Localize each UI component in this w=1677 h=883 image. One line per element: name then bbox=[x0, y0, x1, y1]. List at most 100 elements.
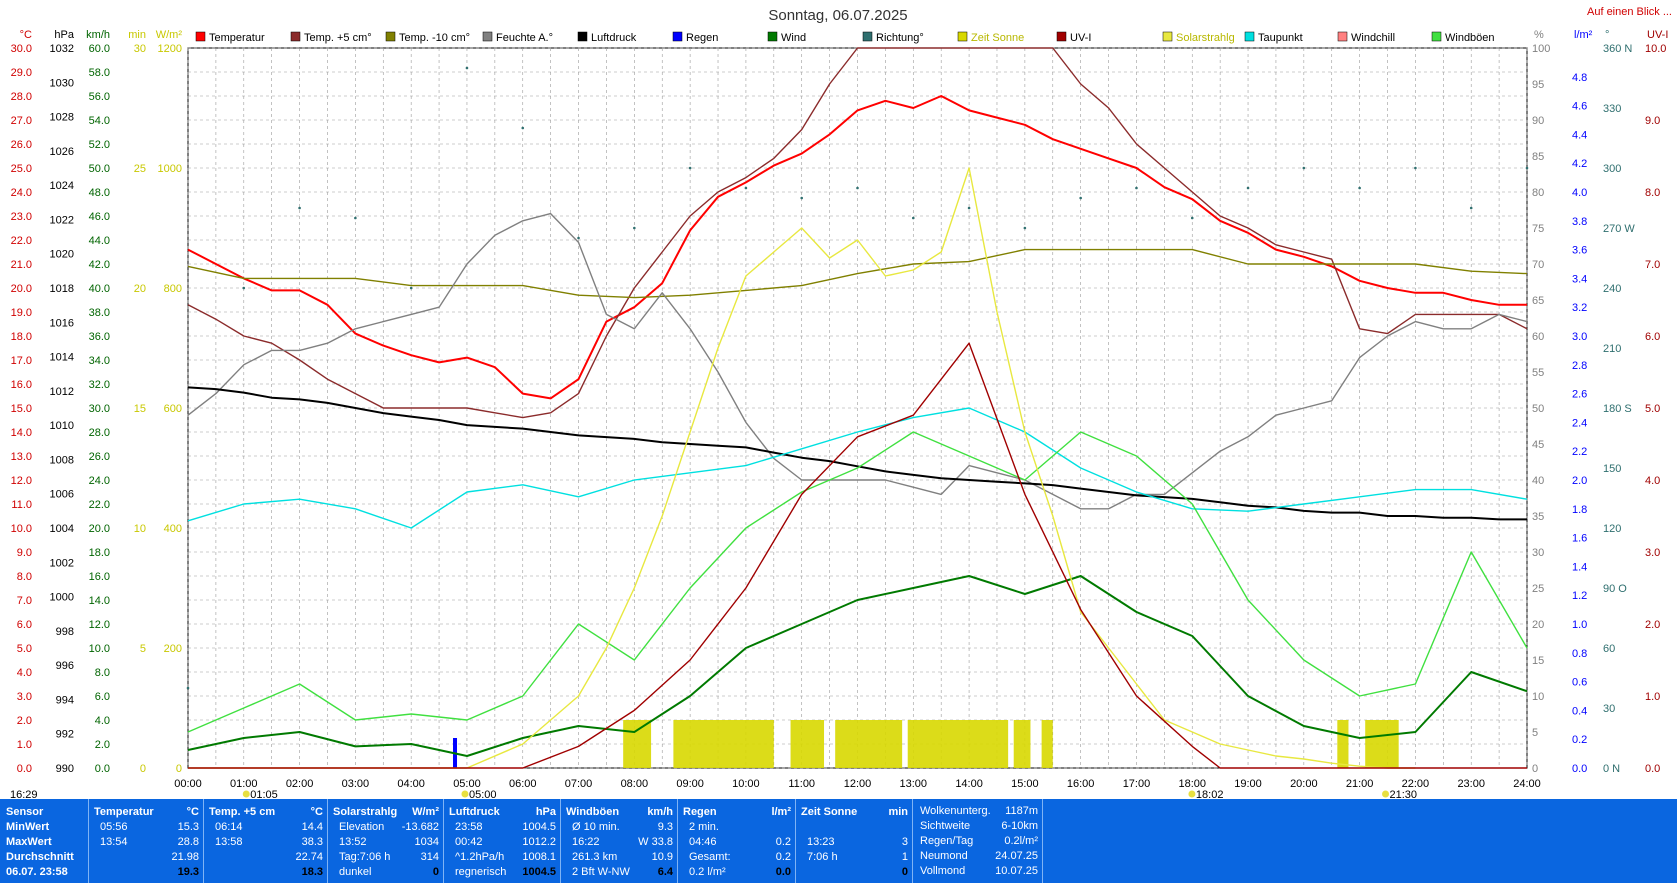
stats-cell: Ø 10 min. bbox=[572, 821, 620, 833]
stats-cell: 2 Bft W-NW bbox=[572, 866, 630, 878]
series-point-direction bbox=[744, 186, 748, 190]
axis-tick-left: 16.0 bbox=[11, 379, 32, 391]
stats-cell: Wolkenunterg. bbox=[920, 805, 991, 817]
axis-tick-left: 38.0 bbox=[89, 307, 110, 319]
axis-tick-left: 0 bbox=[176, 763, 182, 775]
axis-tick-right: 5 bbox=[1532, 727, 1538, 739]
axis-tick-left: 14.0 bbox=[89, 595, 110, 607]
stats-cell: 6.4 bbox=[657, 866, 673, 878]
stats-cell: W 33.8 bbox=[638, 836, 673, 848]
axis-tick-left: 23.0 bbox=[11, 211, 32, 223]
axis-tick-left: 26.0 bbox=[11, 139, 32, 151]
axis-tick-left: 800 bbox=[164, 283, 182, 295]
axis-tick-left: 994 bbox=[56, 694, 74, 706]
stats-cell: 1012.2 bbox=[522, 836, 556, 848]
axis-tick-left: 6.0 bbox=[95, 691, 110, 703]
axis-tick-x: 08:00 bbox=[621, 778, 649, 790]
axis-tick-left: 10.0 bbox=[11, 523, 32, 535]
axis-tick-right: 100 bbox=[1532, 43, 1550, 55]
series-point-direction bbox=[1525, 166, 1529, 170]
axis-tick-right: 0.6 bbox=[1572, 677, 1587, 689]
axis-tick-left: 4.0 bbox=[17, 667, 32, 679]
stats-cell: Temp. +5 cm bbox=[209, 806, 276, 818]
stats-cell: 19.3 bbox=[177, 866, 199, 878]
axis-unit-left: °C bbox=[20, 29, 32, 41]
axis-tick-left: 60.0 bbox=[89, 43, 110, 55]
stats-cell: 0.2l/m² bbox=[1004, 835, 1038, 847]
axis-tick-right: 2.8 bbox=[1572, 360, 1587, 372]
legend-swatch bbox=[195, 31, 206, 42]
axis-tick-x: 19:00 bbox=[1234, 778, 1262, 790]
axis-tick-right: 35 bbox=[1532, 511, 1544, 523]
axis-tick-right: 5.0 bbox=[1645, 403, 1660, 415]
stats-cell: 21.98 bbox=[171, 851, 199, 863]
axis-tick-left: 46.0 bbox=[89, 211, 110, 223]
series-point-direction bbox=[967, 206, 971, 210]
stats-column: Windböen km/h Ø 10 min. 9.3 16:22 W 33.8 261.3… bbox=[560, 799, 678, 883]
axis-tick-left: 22.0 bbox=[11, 235, 32, 247]
stats-cell: 0.2 l/m² bbox=[689, 866, 726, 878]
axis-tick-left: 12.0 bbox=[11, 475, 32, 487]
stats-cell: 1008.1 bbox=[522, 851, 556, 863]
axis-unit-right: % bbox=[1534, 29, 1544, 41]
stats-column: Regen l/m² 2 min. 04:46 0.2 Gesamt: 0.2 0.2 l/m… bbox=[677, 799, 796, 883]
stats-column: Temperatur °C 05:56 15.3 13:54 28.8 21.98 19.3 bbox=[88, 799, 204, 883]
stats-cell: Zeit Sonne bbox=[801, 806, 858, 818]
axis-tick-right: 0.4 bbox=[1572, 705, 1587, 717]
axis-tick-left: 1022 bbox=[50, 214, 74, 226]
series-point-direction bbox=[1079, 196, 1082, 200]
stats-cell: 0 bbox=[901, 866, 908, 878]
marker-label: 21:30 bbox=[1390, 789, 1418, 799]
legend-label: Taupunkt bbox=[1258, 32, 1303, 44]
axis-tick-right: 210 bbox=[1603, 343, 1621, 355]
axis-unit-left: min bbox=[128, 29, 146, 41]
stats-cell: 38.3 bbox=[301, 836, 323, 848]
axis-tick-right: 3.0 bbox=[1572, 331, 1587, 343]
axis-tick-right: 80 bbox=[1532, 187, 1544, 199]
stats-cell: 05:56 bbox=[100, 821, 128, 833]
stats-cell: 13:52 bbox=[339, 836, 367, 848]
series-point-direction bbox=[1358, 186, 1361, 190]
axis-tick-right: 60 bbox=[1603, 643, 1615, 655]
legend-label: Regen bbox=[686, 32, 718, 44]
stats-cell: 13:23 bbox=[807, 836, 835, 848]
axis-tick-right: 3.0 bbox=[1645, 547, 1660, 559]
axis-tick-left: 1000 bbox=[158, 163, 182, 175]
axis-tick-left: 28.0 bbox=[11, 91, 32, 103]
sun-marker-icon bbox=[1382, 790, 1390, 798]
axis-tick-left: 54.0 bbox=[89, 115, 110, 127]
series-point-direction bbox=[1023, 226, 1027, 230]
weather-day-chart: Sonntag, 06.07.2025 Auf einen Blick ... Te… bbox=[0, 0, 1677, 883]
stats-cell: Tag:7:06 h bbox=[339, 851, 391, 863]
stats-cell: hPa bbox=[535, 806, 556, 818]
stats-cell: 2 min. bbox=[689, 821, 719, 833]
axis-tick-x: 24:00 bbox=[1513, 778, 1541, 790]
legend-swatch bbox=[1337, 31, 1348, 42]
axis-tick-left: 1004 bbox=[50, 523, 74, 535]
axis-tick-x: 20:00 bbox=[1290, 778, 1318, 790]
sun-time-bar bbox=[673, 720, 774, 768]
legend-label: Windchill bbox=[1351, 32, 1395, 44]
stats-cell: 22.74 bbox=[295, 851, 323, 863]
stats-cell: min bbox=[888, 806, 908, 818]
legend-label: Temp. +5 cm° bbox=[304, 32, 372, 44]
series-point-direction bbox=[465, 66, 469, 70]
axis-tick-left: 992 bbox=[56, 729, 74, 741]
axis-tick-right: 0.0 bbox=[1572, 763, 1587, 775]
axis-tick-left: 1016 bbox=[50, 317, 74, 329]
axis-tick-left: 4.0 bbox=[95, 715, 110, 727]
axis-tick-right: 4.4 bbox=[1572, 129, 1587, 141]
stats-cell: 1 bbox=[901, 851, 908, 863]
axis-tick-left: 10.0 bbox=[89, 643, 110, 655]
axis-unit-left: hPa bbox=[54, 29, 74, 41]
axis-tick-left: 44.0 bbox=[89, 235, 110, 247]
axis-tick-right: 0 N bbox=[1603, 763, 1620, 775]
chart-canvas: Sonntag, 06.07.2025 Auf einen Blick ... Te… bbox=[10, 6, 1672, 801]
axis-tick-left: 996 bbox=[56, 660, 74, 672]
axis-tick-right: 70 bbox=[1532, 259, 1544, 271]
axis-tick-left: 30.0 bbox=[11, 43, 32, 55]
axis-tick-x: 16:00 bbox=[1067, 778, 1095, 790]
legend-swatch bbox=[385, 31, 396, 42]
sun-time-bar bbox=[790, 720, 825, 768]
time-now: 16:29 bbox=[10, 789, 38, 799]
